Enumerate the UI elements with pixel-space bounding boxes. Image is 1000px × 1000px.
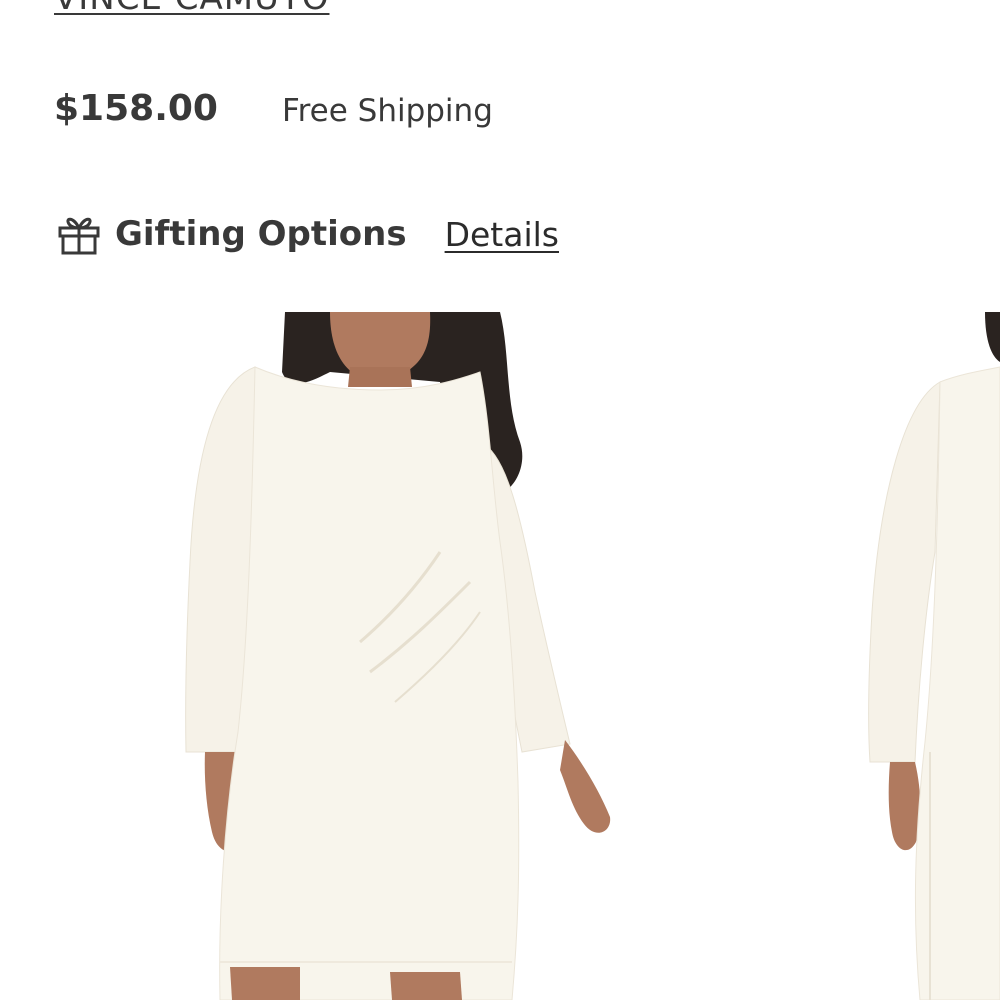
gifting-options-row: Gifting Options Details xyxy=(57,204,559,264)
gifting-details-link[interactable]: Details xyxy=(445,215,559,254)
product-price: $158.00 xyxy=(54,88,218,129)
product-image-gallery[interactable] xyxy=(0,312,1000,1000)
product-image-main[interactable] xyxy=(185,312,611,1000)
product-image-secondary[interactable] xyxy=(868,312,1000,1000)
shipping-info: Free Shipping xyxy=(282,93,493,129)
gifting-options-label: Gifting Options xyxy=(115,214,407,254)
gift-icon xyxy=(57,212,101,256)
brand-link[interactable]: VINCE CAMUTO xyxy=(54,0,330,18)
